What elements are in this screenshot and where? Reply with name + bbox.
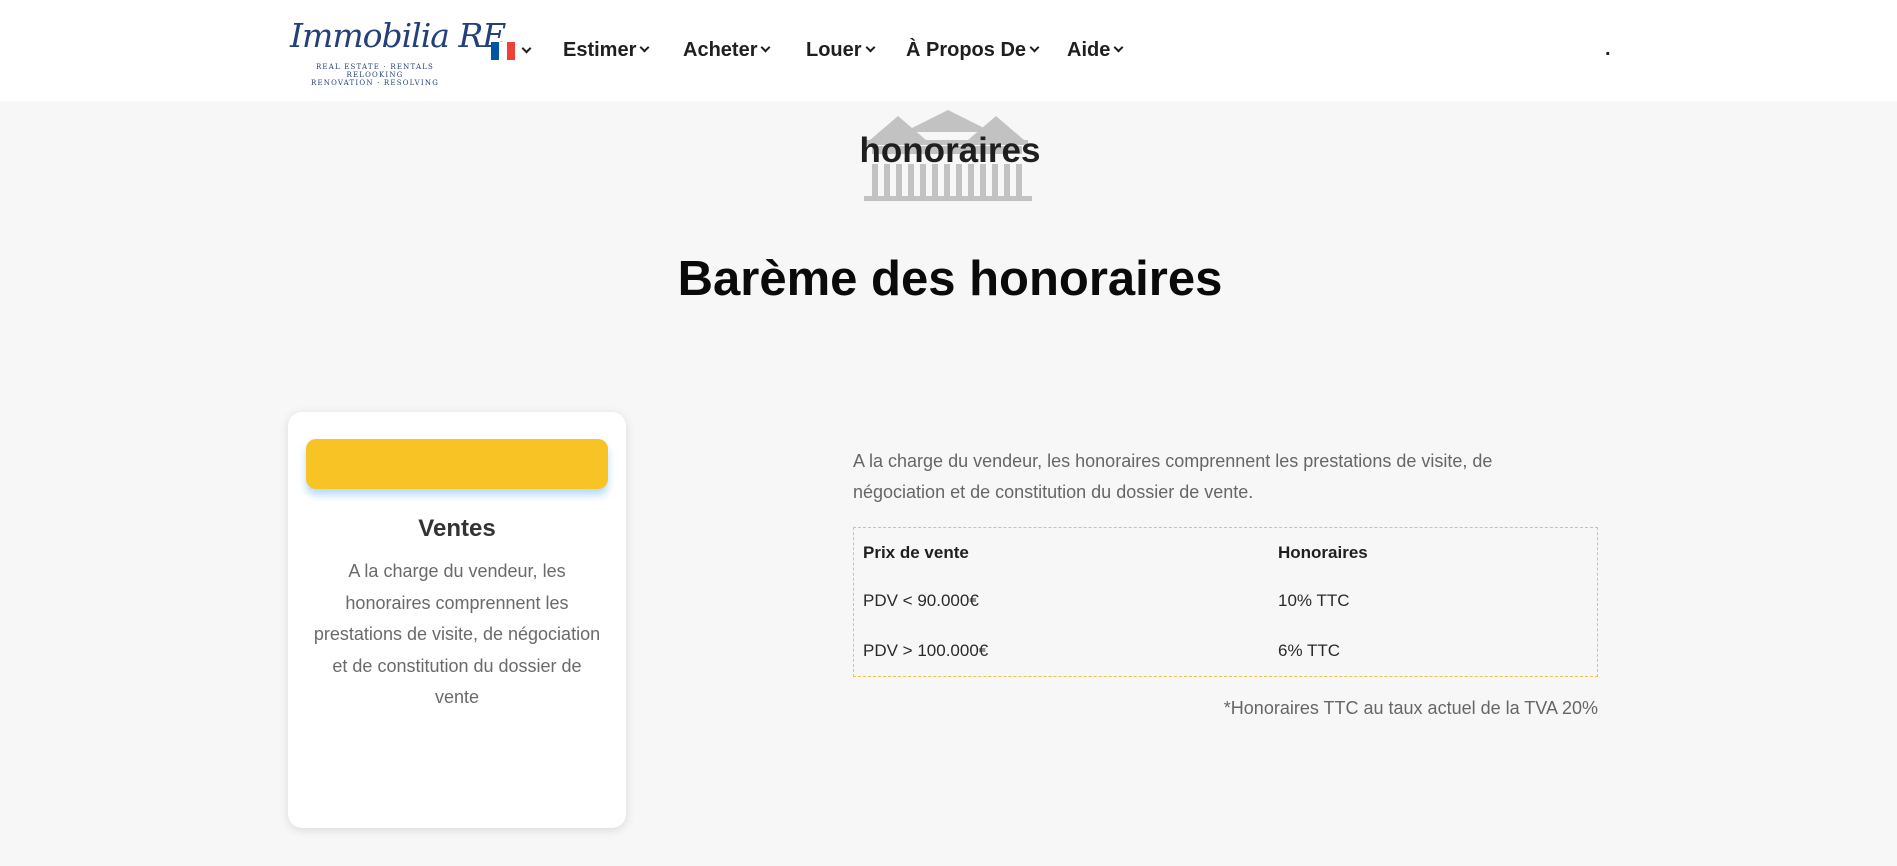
table-cell: 6% TTC xyxy=(1278,641,1341,660)
header-trailing-mark: . xyxy=(1605,38,1611,60)
table-header: Honoraires xyxy=(1278,543,1368,562)
fees-table: Prix de vente Honoraires PDV < 90.000€ 1… xyxy=(853,527,1598,677)
chevron-down-icon xyxy=(761,42,771,52)
nav-label: Acheter xyxy=(683,38,758,61)
nav-item-acheter[interactable]: Acheter xyxy=(683,37,771,63)
logo-tagline: RELOOKING xyxy=(346,71,404,79)
nav-label: Estimer xyxy=(563,38,637,61)
fees-intro: A la charge du vendeur, les honoraires c… xyxy=(853,451,1493,502)
nav-item-a-propos[interactable]: À Propos De xyxy=(906,37,1040,63)
nav-item-aide[interactable]: Aide xyxy=(1067,37,1124,63)
logo-tagline: RENOVATION · RESOLVING xyxy=(310,79,440,87)
table-cell: PDV > 100.000€ xyxy=(863,641,989,660)
banner-title: honoraires xyxy=(859,131,1041,170)
nav-item-louer[interactable]: Louer xyxy=(806,37,876,63)
card-title: Ventes xyxy=(418,515,496,542)
table-cell: 10% TTC xyxy=(1278,591,1350,610)
logo-tagline: REAL ESTATE · RENTALS xyxy=(315,63,435,71)
table-cell: PDV < 90.000€ xyxy=(863,591,979,610)
table-header: Prix de vente xyxy=(863,543,969,562)
card-text: A la charge du vendeur, les honoraires c… xyxy=(313,561,601,707)
logo-script: Immobilia RE xyxy=(290,16,506,55)
chevron-down-icon xyxy=(1029,42,1040,52)
service-card-ventes: Ventes A la charge du vendeur, les honor… xyxy=(288,412,626,828)
nav-item-estimer[interactable]: Estimer xyxy=(563,37,650,63)
chevron-down-icon[interactable] xyxy=(521,43,532,54)
page-title: Barème des honoraires xyxy=(677,252,1223,306)
chevron-down-icon xyxy=(865,42,876,52)
nav-label: À Propos De xyxy=(906,38,1027,61)
chevron-down-icon xyxy=(1113,42,1124,52)
site-logo[interactable]: Immobilia RE REAL ESTATE · RENTALS RELOO… xyxy=(290,10,506,88)
chevron-down-icon xyxy=(639,42,650,52)
site-header: Immobilia RE REAL ESTATE · RENTALS RELOO… xyxy=(0,0,1897,101)
card-button[interactable] xyxy=(306,439,608,489)
nav-label: Aide xyxy=(1067,38,1111,61)
french-flag-icon[interactable] xyxy=(491,42,515,60)
nav-label: Louer xyxy=(806,38,862,61)
fees-note: *Honoraires TTC au taux actuel de la TVA… xyxy=(1223,698,1598,718)
